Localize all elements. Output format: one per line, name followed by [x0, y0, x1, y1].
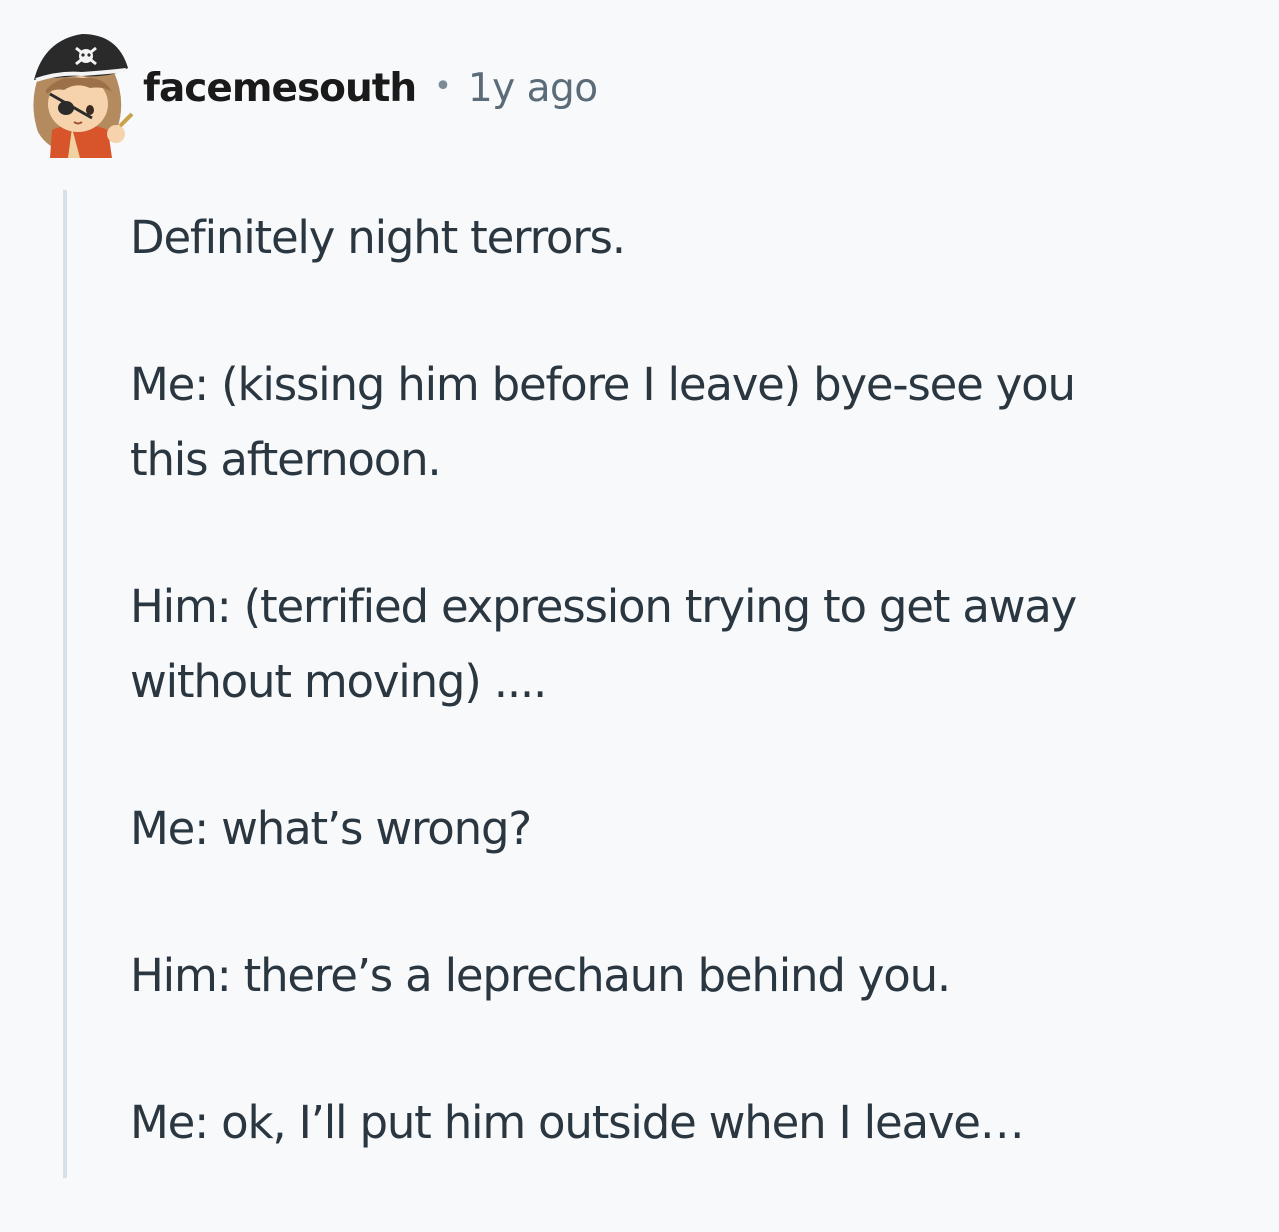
author-username[interactable]: facemesouth [143, 66, 417, 111]
comment-paragraph: Him: there’s a leprechaun behind you. [130, 938, 1240, 1013]
comment-meta: facemesouth • 1y ago [143, 66, 598, 111]
comment-line: Me: what’s wrong? [130, 802, 532, 855]
comment-line: this afternoon. [130, 433, 442, 486]
comment-line: Definitely night terrors. [130, 211, 626, 264]
comment-line: Him: (terrified expression trying to get… [130, 580, 1077, 633]
thread-line[interactable] [63, 190, 67, 1178]
comment-line: Him: there’s a leprechaun behind you. [130, 949, 951, 1002]
comment-paragraph: Me: ok, I’ll put him outside when I leav… [130, 1085, 1240, 1160]
comment-paragraph: Definitely night terrors. [130, 200, 1240, 275]
comment-line: without moving) .... [130, 655, 547, 708]
comment-header: facemesouth • 1y ago [20, 22, 598, 162]
comment-paragraph: Him: (terrified expression trying to get… [130, 569, 1240, 719]
comment-body: Definitely night terrors. Me: (kissing h… [130, 200, 1240, 1232]
comment: facemesouth • 1y ago Definitely night te… [0, 0, 1279, 1178]
meta-separator: • [434, 68, 452, 104]
pirate-avatar-icon[interactable] [20, 22, 135, 162]
comment-age[interactable]: 1y ago [468, 66, 598, 111]
comment-paragraph: Me: (kissing him before I leave) bye-see… [130, 347, 1240, 497]
comment-line: Me: ok, I’ll put him outside when I leav… [130, 1096, 1025, 1149]
comment-line: Me: (kissing him before I leave) bye-see… [130, 358, 1076, 411]
comment-paragraph: Me: what’s wrong? [130, 791, 1240, 866]
